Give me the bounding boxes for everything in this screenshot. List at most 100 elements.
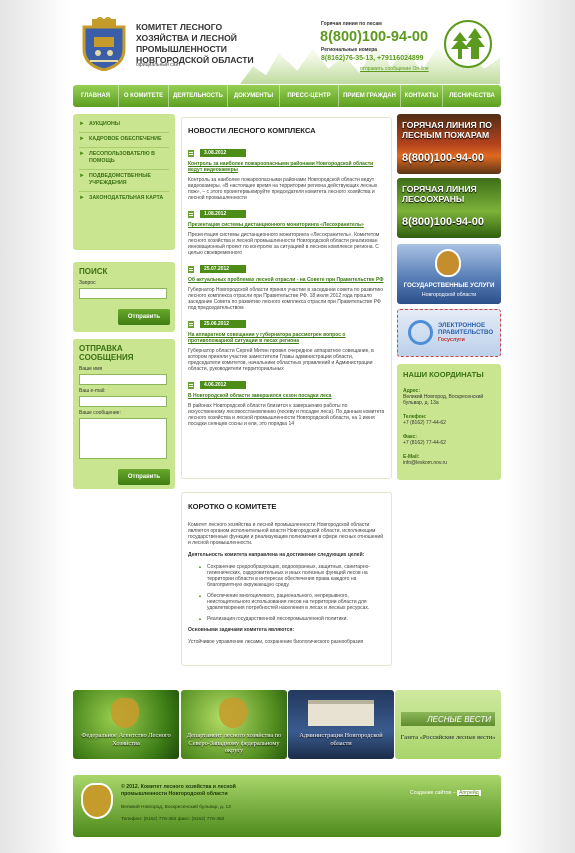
address-value: Великий Новгород, Воскресенский бульвар,… — [403, 394, 484, 406]
sidebar-menu: ► Аукционы ► Кадровое обеспечение ► Лесо… — [73, 114, 175, 250]
document-icon — [188, 210, 194, 218]
nav-item-reception[interactable]: Прием граждан — [339, 85, 401, 107]
arrow-bullet-icon: ► — [79, 121, 85, 127]
fire-hotline-phone: 8(800)100-94-00 — [402, 152, 484, 164]
header: Комитет лесного хозяйства и лесной промы… — [0, 0, 575, 84]
footer-phone: Телефон: (8162) 776-462 факс: (8162) 776… — [121, 817, 225, 822]
news-date: 25.07.2012 — [200, 265, 246, 273]
message-submit-button[interactable]: Отправить — [118, 469, 170, 485]
news-item: 25.07.2012 Об актуальных проблемах лесно… — [188, 265, 385, 311]
nav-item-documents[interactable]: Документы — [228, 85, 280, 107]
hotline-phone: 8(800)100-94-00 — [320, 29, 429, 45]
message-textarea[interactable] — [79, 418, 167, 459]
egov-logo-icon — [408, 320, 433, 345]
arrow-bullet-icon: ► — [79, 195, 85, 201]
sidebar-item-label: Лесопользователю в помощь — [89, 151, 155, 164]
banner-caption: Федеральное Агентство Лесного Хозяйства — [81, 732, 171, 747]
document-icon — [188, 320, 194, 328]
sidebar-item-subordinate[interactable]: ► Подведомственные учреждения — [79, 170, 169, 192]
list-item: Обеспечение многоцелевого, рационального… — [198, 593, 385, 611]
news-section: Новости лесного комплекса 3.08.2012 Конт… — [181, 117, 392, 479]
about-directions-list: Сохранение средообразующих, водоохранных… — [188, 564, 385, 622]
news-item: 1.08.2012 Презентация системы дистанцион… — [188, 210, 385, 256]
news-link[interactable]: Контроль за наиболее пожароопасными райо… — [188, 161, 385, 173]
fire-hotline-banner[interactable]: Горячая линия по лесным пожарам 8(800)10… — [397, 114, 501, 174]
news-title: Новости лесного комплекса — [188, 126, 316, 135]
sidebar-item-staffing[interactable]: ► Кадровое обеспечение — [79, 133, 169, 148]
name-field-label: Ваше имя — [79, 366, 103, 372]
document-icon — [188, 149, 194, 157]
nav-item-press[interactable]: Пресс-центр — [280, 85, 339, 107]
search-input[interactable] — [79, 288, 167, 299]
message-form-box: Отправка сообщения Ваше имя Ваш e-mail: … — [73, 339, 175, 489]
news-item: 25.06.2012 На аппаратном совещании у губ… — [188, 320, 385, 372]
gov-services-banner[interactable]: Государственные услуги Новгородской обла… — [397, 244, 501, 304]
nav-item-contacts[interactable]: Контакты — [401, 85, 443, 107]
fax-value: +7 (8162) 77-44-62 — [403, 440, 446, 446]
hotline-label: Горячая линия по лесам — [321, 21, 382, 27]
egov-title: Электронное правительство — [438, 322, 494, 336]
news-date: 3.08.2012 — [200, 149, 246, 157]
news-link[interactable]: Об актуальных проблемах лесной отрасли -… — [188, 277, 385, 283]
nav-item-home[interactable]: Главная — [73, 85, 119, 107]
news-link[interactable]: На аппаратном совещании у губернатора ра… — [188, 332, 385, 344]
about-tasks-text: Устойчивое управление лесами, сохранение… — [188, 639, 364, 645]
list-item: Реализация государственной лесопромышлен… — [198, 616, 385, 622]
news-text: Губернатор области Сергей Митин провел о… — [188, 348, 374, 372]
name-input[interactable] — [79, 374, 167, 385]
forest-news-newspaper-banner[interactable]: ЛЕСНЫЕ ВЕСТИ Газета «Российские лесные в… — [395, 690, 501, 759]
main-nav: Главная О комитете Деятельность Документ… — [73, 85, 501, 107]
sidebar-item-label: Кадровое обеспечение — [89, 136, 162, 142]
newspaper-logo: ЛЕСНЫЕ ВЕСТИ — [401, 712, 495, 726]
forestry-department-banner[interactable]: Департамент лесного хозяйства по Северо-… — [181, 690, 287, 759]
phone-value: +7 (8162) 77-44-62 — [403, 420, 446, 426]
about-section: Коротко о комитете Комитет лесного хозяй… — [181, 492, 392, 666]
search-title: Поиск — [79, 267, 108, 276]
nav-item-forestries[interactable]: Лесничества — [443, 85, 501, 107]
sidebar-item-forest-users[interactable]: ► Лесопользователю в помощь — [79, 148, 169, 170]
news-link[interactable]: В Новгородской области завершился сезон … — [188, 393, 385, 399]
news-text: Презентация системы дистанционного монит… — [188, 232, 380, 256]
gov-services-title: Государственные услуги — [403, 282, 495, 289]
egov-banner[interactable]: Электронное правительство Госуслуги — [397, 309, 501, 357]
site-subtitle: официальный сайт — [136, 62, 181, 68]
sidebar-item-auctions[interactable]: ► Аукционы — [79, 118, 169, 133]
made-by-label: Создание сайтов – — [410, 790, 456, 796]
site-title[interactable]: Комитет лесного хозяйства и лесной промы… — [136, 22, 256, 66]
building-icon — [308, 700, 374, 726]
forest-guard-phone: 8(800)100-94-00 — [402, 216, 484, 228]
news-date: 4.06.2012 — [200, 381, 246, 389]
region-administration-banner[interactable]: Администрация Новгородской области — [288, 690, 394, 759]
made-by-link[interactable]: Апгрейд — [456, 790, 481, 796]
about-directions-title: Деятельность комитета направлена на дост… — [188, 552, 365, 558]
banner-caption: Департамент лесного хозяйства по Северо-… — [186, 732, 282, 754]
news-item: 4.06.2012 В Новгородской области заверши… — [188, 381, 385, 427]
page: Комитет лесного хозяйства и лесной промы… — [0, 0, 575, 853]
footer-copyright: © 2012. Комитет лесного хозяйства и лесн… — [121, 784, 236, 797]
coat-of-arms-icon[interactable] — [78, 17, 130, 71]
email-value[interactable]: info@leskom.nov.ru — [403, 460, 495, 466]
nav-item-about[interactable]: О комитете — [119, 85, 169, 107]
contacts-title: Наши координаты — [403, 370, 484, 379]
document-icon — [188, 381, 194, 389]
sidebar-item-legislation-map[interactable]: ► Законодательная карта — [79, 192, 169, 206]
banner-caption: Администрация Новгородской области — [299, 732, 383, 747]
email-input[interactable] — [79, 396, 167, 407]
contacts-box: Наши координаты Адрес: Великий Новгород,… — [397, 364, 501, 480]
news-date: 1.08.2012 — [200, 210, 246, 218]
news-link[interactable]: Презентация системы дистанционного монит… — [188, 222, 385, 228]
email-field-label: Ваш e-mail: — [79, 388, 106, 394]
nav-item-activity[interactable]: Деятельность — [169, 85, 228, 107]
footer-emblem-icon — [81, 783, 113, 819]
send-message-link[interactable]: отправить сообщение On-line — [360, 66, 429, 72]
arrow-bullet-icon: ► — [79, 151, 85, 157]
news-date: 25.06.2012 — [200, 320, 246, 328]
forest-guard-hotline-banner[interactable]: Горячая линия лесоохраны 8(800)100-94-00 — [397, 178, 501, 238]
search-submit-button[interactable]: Отправить — [118, 309, 170, 325]
fire-hotline-title: Горячая линия по лесным пожарам — [402, 120, 492, 140]
news-text: Губернатор Новгородской области принял у… — [188, 287, 383, 311]
agency-emblem-icon — [219, 698, 247, 728]
about-intro: Комитет лесного хозяйства и лесной промы… — [188, 522, 383, 546]
federal-forestry-agency-banner[interactable]: Федеральное Агентство Лесного Хозяйства — [73, 690, 179, 759]
news-text: Контроль за наиболее пожароопасными райо… — [188, 177, 378, 201]
